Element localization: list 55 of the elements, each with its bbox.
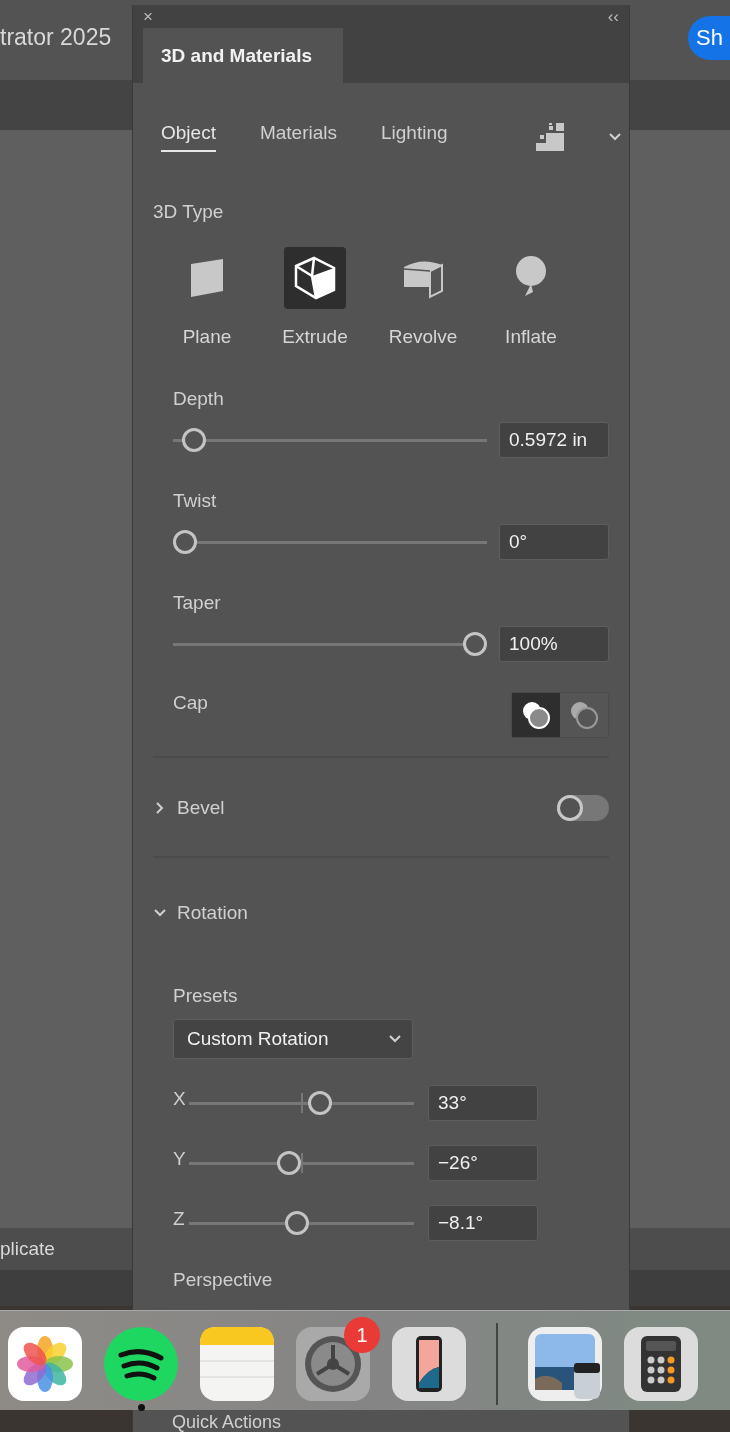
app-title: trator 2025 [0,24,112,51]
type-button[interactable]: Plane [153,247,261,348]
axis-label: Y [173,1148,187,1170]
cap-option[interactable] [512,693,560,737]
slider-thumb[interactable] [173,530,197,554]
section-label: Quick Actions [172,1412,282,1432]
notification-badge: 1 [344,1317,380,1353]
value-field[interactable]: 100% [499,626,609,662]
type-button[interactable]: Revolve [369,247,477,348]
section-header[interactable]: Bevel [153,797,225,819]
tab[interactable]: Lighting [381,122,448,152]
calculator-app-icon[interactable] [624,1327,698,1401]
value-field[interactable]: −8.1° [428,1205,538,1241]
value-field[interactable]: 0° [499,524,609,560]
collapse-button[interactable]: ‹‹ [607,8,619,25]
axis-label: Z [173,1208,186,1230]
running-indicator [137,1404,145,1411]
section-header[interactable]: Rotation [153,902,248,924]
cap-label: Cap [173,692,208,714]
panel-tab[interactable]: 3D and Materials [143,28,343,83]
spotify-app-icon[interactable] [104,1327,178,1401]
cap-off-icon [569,700,599,730]
type-icon-tile[interactable] [284,247,346,309]
slider-thumb[interactable] [463,632,487,656]
value-field[interactable]: −26° [428,1145,538,1181]
section-label: 3D Type [153,201,224,223]
tab[interactable]: Materials [259,122,337,152]
type-button[interactable]: Extrude [261,247,369,348]
plane-icon [190,258,224,298]
slider-thumb[interactable] [277,1151,302,1175]
axis-label: X [173,1088,187,1110]
cube-icon [294,256,336,300]
phone-app-icon[interactable] [392,1327,466,1401]
slider-label: Taper [173,592,221,614]
share-button[interactable]: Sh [688,15,730,60]
tab[interactable]: Object [161,122,216,152]
slider-thumb[interactable] [307,1091,332,1115]
value-field[interactable]: 33° [428,1085,538,1121]
slider-label: Depth [173,388,224,410]
type-button[interactable]: Inflate [477,247,585,348]
preview-app-icon[interactable] [528,1327,602,1401]
gear-app-icon[interactable] [296,1327,370,1401]
cap-on-icon [521,700,551,730]
preset-dropdown[interactable]: Custom Rotation [173,1019,413,1059]
section-label: Perspective [173,1269,273,1291]
toggle-switch[interactable] [557,795,609,821]
presets-label: Presets [173,985,238,1007]
slider-thumb[interactable] [181,428,206,452]
value-field[interactable]: 0.5972 in [499,422,609,458]
slider-label: Twist [173,490,217,512]
close-button[interactable]: × [143,8,153,25]
notes-app-icon[interactable] [200,1327,274,1401]
render-preset-icon[interactable] [535,123,564,151]
photos-app-icon[interactable] [8,1327,82,1401]
slider-thumb[interactable] [285,1211,310,1235]
